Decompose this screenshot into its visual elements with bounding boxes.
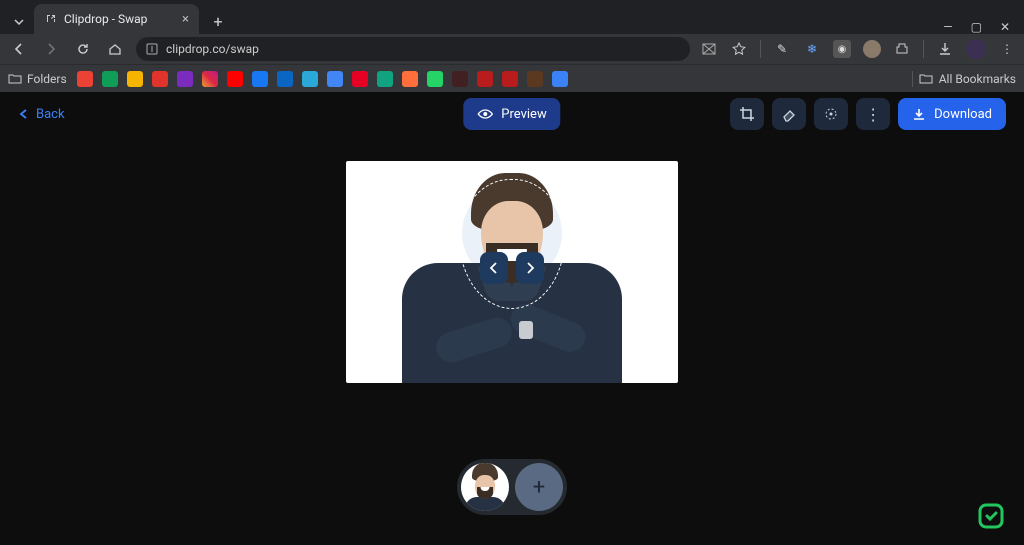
bookmark-app-teal-icon[interactable] <box>377 71 393 87</box>
bookmark-youtube-icon[interactable] <box>227 71 243 87</box>
bookmark-app-blue-icon[interactable] <box>327 71 343 87</box>
tab-search-dropdown[interactable] <box>8 10 30 34</box>
bookmark-drive-icon[interactable] <box>102 71 118 87</box>
profile-avatar-icon[interactable] <box>966 39 986 59</box>
bookmark-facebook-icon[interactable] <box>252 71 268 87</box>
bookmark-chili-1-icon[interactable] <box>477 71 493 87</box>
bookmark-app-20-icon[interactable] <box>527 71 543 87</box>
bookmark-instagram-icon[interactable] <box>202 71 218 87</box>
bookmark-folder-label: Folders <box>27 72 67 86</box>
face-thumbnail-1[interactable] <box>461 463 509 511</box>
bookmark-gmail-icon[interactable] <box>77 71 93 87</box>
bookmark-icon-row <box>77 71 568 87</box>
site-info-icon[interactable] <box>146 43 158 55</box>
new-tab-button[interactable]: + <box>205 8 231 34</box>
download-button[interactable]: Download <box>898 98 1006 130</box>
bookmark-whatsapp-icon[interactable] <box>427 71 443 87</box>
eye-icon <box>477 106 493 122</box>
reload-button[interactable] <box>72 38 94 60</box>
bookmark-app-cyan-icon[interactable] <box>302 71 318 87</box>
close-icon[interactable]: × <box>182 12 189 27</box>
bookmark-linkedin-icon[interactable] <box>277 71 293 87</box>
face-nav-arrows <box>480 252 544 284</box>
more-menu-button[interactable]: ⋮ <box>856 98 890 130</box>
back-button[interactable]: Back <box>18 107 65 122</box>
enhance-button[interactable] <box>814 98 848 130</box>
minimize-icon[interactable]: — <box>943 20 952 34</box>
url-text: clipdrop.co/swap <box>166 42 259 56</box>
ext-camera-icon[interactable]: ◉ <box>833 40 851 58</box>
bookmark-app-red-icon[interactable] <box>152 71 168 87</box>
extensions-icon[interactable] <box>893 40 911 58</box>
preview-button[interactable]: Preview <box>463 98 560 130</box>
app-content: Back Preview ⋮ Download <box>0 92 1024 545</box>
preview-label: Preview <box>501 107 546 122</box>
downloads-icon[interactable] <box>936 40 954 58</box>
bookmark-chili-2-icon[interactable] <box>502 71 518 87</box>
tab-favicon <box>44 12 58 26</box>
bookmark-app-x-icon[interactable] <box>177 71 193 87</box>
browser-tab-active[interactable]: Clipdrop - Swap × <box>34 4 199 34</box>
tab-title: Clipdrop - Swap <box>64 12 176 26</box>
ext-snowflake-icon[interactable]: ❄ <box>803 40 821 58</box>
bookmark-sparkle-icon[interactable] <box>552 71 568 87</box>
next-face-button[interactable] <box>516 252 544 284</box>
ext-pencil-icon[interactable]: ✎ <box>773 40 791 58</box>
app-toolbar: Back Preview ⋮ Download <box>0 92 1024 136</box>
all-bookmarks-link[interactable]: All Bookmarks <box>939 72 1016 86</box>
bookmark-app-dark-icon[interactable] <box>452 71 468 87</box>
back-label: Back <box>36 107 65 122</box>
media-icon[interactable] <box>700 40 718 58</box>
bookmark-bookmark-app-icon[interactable] <box>127 71 143 87</box>
download-label: Download <box>934 107 992 122</box>
close-window-icon[interactable]: ✕ <box>1000 20 1010 34</box>
plus-icon: + <box>533 475 545 500</box>
browser-tab-strip: Clipdrop - Swap × + — ▢ ✕ <box>0 0 1024 34</box>
nav-forward-button[interactable] <box>40 38 62 60</box>
window-controls: — ▢ ✕ <box>929 20 1024 34</box>
face-tray: + <box>457 459 567 515</box>
download-icon <box>912 107 926 121</box>
prev-face-button[interactable] <box>480 252 508 284</box>
bookmark-pinterest-icon[interactable] <box>352 71 368 87</box>
editor-canvas[interactable] <box>346 161 678 383</box>
erase-button[interactable] <box>772 98 806 130</box>
address-bar: clipdrop.co/swap ✎ ❄ ◉ ⋮ <box>0 34 1024 64</box>
brand-badge-icon <box>974 499 1008 533</box>
ext-avatar-icon[interactable] <box>863 40 881 58</box>
maximize-icon[interactable]: ▢ <box>971 20 982 34</box>
bookmark-app-orange-icon[interactable] <box>402 71 418 87</box>
bookmarks-bar: Folders All Bookmarks <box>0 64 1024 92</box>
home-button[interactable] <box>104 38 126 60</box>
url-input[interactable]: clipdrop.co/swap <box>136 37 690 61</box>
bookmark-folder[interactable]: Folders <box>8 72 67 86</box>
nav-back-button[interactable] <box>8 38 30 60</box>
bookmark-star-icon[interactable] <box>730 40 748 58</box>
add-face-button[interactable]: + <box>515 463 563 511</box>
browser-menu-icon[interactable]: ⋮ <box>998 40 1016 58</box>
crop-button[interactable] <box>730 98 764 130</box>
